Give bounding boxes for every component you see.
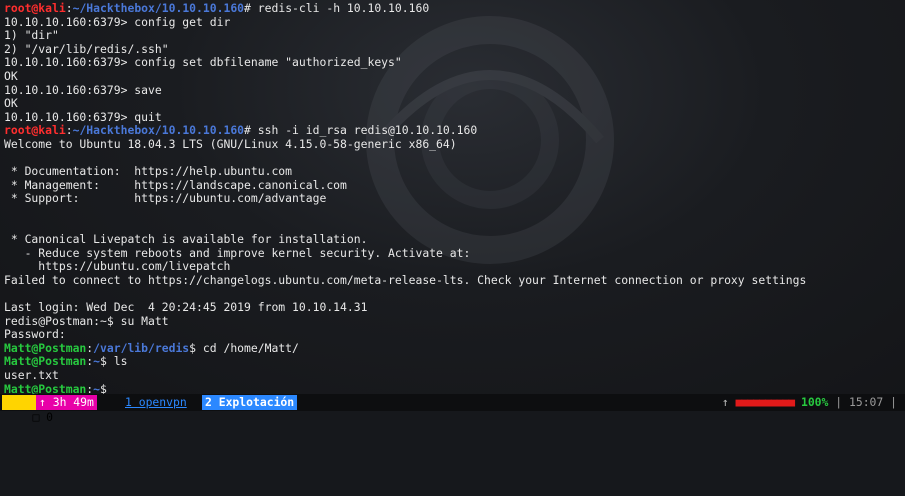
- terminal-line: 10.10.10.160:6379> save: [4, 82, 905, 98]
- terminal-line: Failed to connect to https://changelogs.…: [4, 272, 905, 288]
- terminal-text: Failed to connect to https://changelogs.…: [4, 272, 807, 287]
- terminal-text: # ssh -i id_rsa redis@10.10.10.160: [244, 123, 478, 138]
- prompt-path: ~/Hackthebox/10.10.10.160: [72, 123, 245, 138]
- terminal-text: * Support: https://ubuntu.com/advantage: [4, 191, 327, 206]
- terminal-text: * Canonical Livepatch is available for i…: [4, 232, 368, 247]
- terminal-text: 2) "/var/lib/redis/.ssh": [4, 41, 169, 56]
- prompt-user: Matt@Postman: [4, 381, 87, 394]
- terminal-line: Matt@Postman:/var/lib/redis$ cd /home/Ma…: [4, 340, 905, 356]
- terminal-text: redis@Postman:~$ su Matt: [4, 313, 169, 328]
- terminal-line: Matt@Postman:~$ ls: [4, 355, 905, 369]
- terminal-text: Welcome to Ubuntu 18.04.3 LTS (GNU/Linux…: [4, 136, 457, 151]
- terminal-text: :: [65, 123, 73, 138]
- terminal-text: * Documentation: https://help.ubuntu.com: [4, 164, 293, 179]
- terminal-text: https://ubuntu.com/livepatch: [4, 259, 231, 274]
- terminal-line: user.txt: [4, 368, 905, 383]
- terminal-text: 10.10.10.160:6379> quit: [4, 109, 162, 124]
- status-right: ↑ ■■■■■■■■■■ 100% | 15:07 |: [722, 395, 897, 410]
- prompt-path: ~: [93, 354, 101, 369]
- prompt-path: ~: [93, 381, 101, 394]
- terminal-line: Welcome to Ubuntu 18.04.3 LTS (GNU/Linux…: [4, 136, 905, 152]
- terminal-text: :: [65, 1, 73, 15]
- prompt-user: Matt@Postman: [4, 340, 87, 355]
- terminal-text: # redis-cli -h 10.10.10.160: [244, 1, 430, 15]
- terminal-text: OK: [4, 96, 18, 111]
- session-number: 0: [46, 410, 54, 424]
- terminal-text: $ ls: [100, 354, 128, 369]
- terminal-text: 10.10.10.160:6379> save: [4, 82, 162, 97]
- terminal-text: 1) "dir": [4, 28, 59, 43]
- terminal-text: Last login: Wed Dec 4 20:24:45 2019 from…: [4, 300, 368, 315]
- tmux-status-bar: □ 0 ↑ 3h 49m 1 openvpn 2 Explotación ↑ ■…: [0, 394, 905, 424]
- tmux-window-openvpn[interactable]: 1 openvpn: [122, 395, 190, 410]
- terminal-line: 10.10.10.160:6379> config set dbfilename…: [4, 56, 905, 70]
- battery-percent: 100%: [800, 395, 829, 409]
- terminal-line: root@kali:~/Hackthebox/10.10.10.160# ssh…: [4, 124, 905, 138]
- battery-arrow-icon: ↑: [721, 395, 729, 409]
- session-icon: □: [32, 410, 40, 424]
- terminal-line: 10.10.10.160:6379> quit: [4, 109, 905, 125]
- terminal-line: - Reduce system reboots and improve kern…: [4, 245, 905, 261]
- terminal-text: user.txt: [4, 368, 59, 383]
- terminal-line: https://ubuntu.com/livepatch: [4, 259, 905, 274]
- terminal-text: 10.10.10.160:6379> config set dbfilename…: [4, 55, 402, 70]
- tmux-window-explotacion[interactable]: 2 Explotación: [202, 395, 298, 410]
- prompt-path: /var/lib/redis: [93, 340, 190, 355]
- prompt-user: root@kali: [4, 123, 66, 138]
- terminal-line: Matt@Postman:~$: [4, 381, 905, 394]
- battery-bar: ■■■■■■■■■■: [735, 395, 796, 409]
- terminal-line: 10.10.10.160:6379> config get dir: [4, 14, 905, 30]
- prompt-path: ~/Hackthebox/10.10.10.160: [72, 1, 245, 15]
- terminal-window[interactable]: root@kali:~/Hackthebox/10.10.10.160# red…: [0, 0, 905, 394]
- terminal-text: * Management: https://landscape.canonica…: [4, 177, 347, 192]
- terminal-line: Password:: [4, 327, 905, 342]
- terminal-text: - Reduce system reboots and improve kern…: [4, 245, 471, 260]
- terminal-line: * Canonical Livepatch is available for i…: [4, 232, 905, 247]
- terminal-text: $: [100, 381, 107, 394]
- terminal-output: root@kali:~/Hackthebox/10.10.10.160# red…: [4, 1, 905, 394]
- status-separator: |: [835, 395, 843, 409]
- terminal-line: OK: [4, 96, 905, 111]
- terminal-line: * Management: https://landscape.canonica…: [4, 177, 905, 193]
- terminal-line: * Support: https://ubuntu.com/advantage: [4, 192, 905, 206]
- terminal-text: Password:: [4, 327, 66, 342]
- terminal-line: root@kali:~/Hackthebox/10.10.10.160# red…: [4, 1, 905, 16]
- terminal-line: * Documentation: https://help.ubuntu.com: [4, 164, 905, 179]
- terminal-line: redis@Postman:~$ su Matt: [4, 313, 905, 329]
- terminal-text: $ cd /home/Matt/: [189, 340, 299, 355]
- prompt-user: root@kali: [4, 1, 66, 15]
- uptime-badge: ↑ 3h 49m: [36, 395, 97, 410]
- terminal-line: 1) "dir": [4, 28, 905, 43]
- terminal-line: 2) "/var/lib/redis/.ssh": [4, 41, 905, 57]
- status-separator-end: |: [890, 395, 897, 409]
- clock: 15:07: [848, 395, 884, 409]
- terminal-text: OK: [4, 68, 18, 83]
- terminal-text: 10.10.10.160:6379> config get dir: [4, 14, 231, 29]
- terminal-line: Last login: Wed Dec 4 20:24:45 2019 from…: [4, 300, 905, 315]
- terminal-line: OK: [4, 68, 905, 84]
- prompt-user: Matt@Postman: [4, 354, 87, 369]
